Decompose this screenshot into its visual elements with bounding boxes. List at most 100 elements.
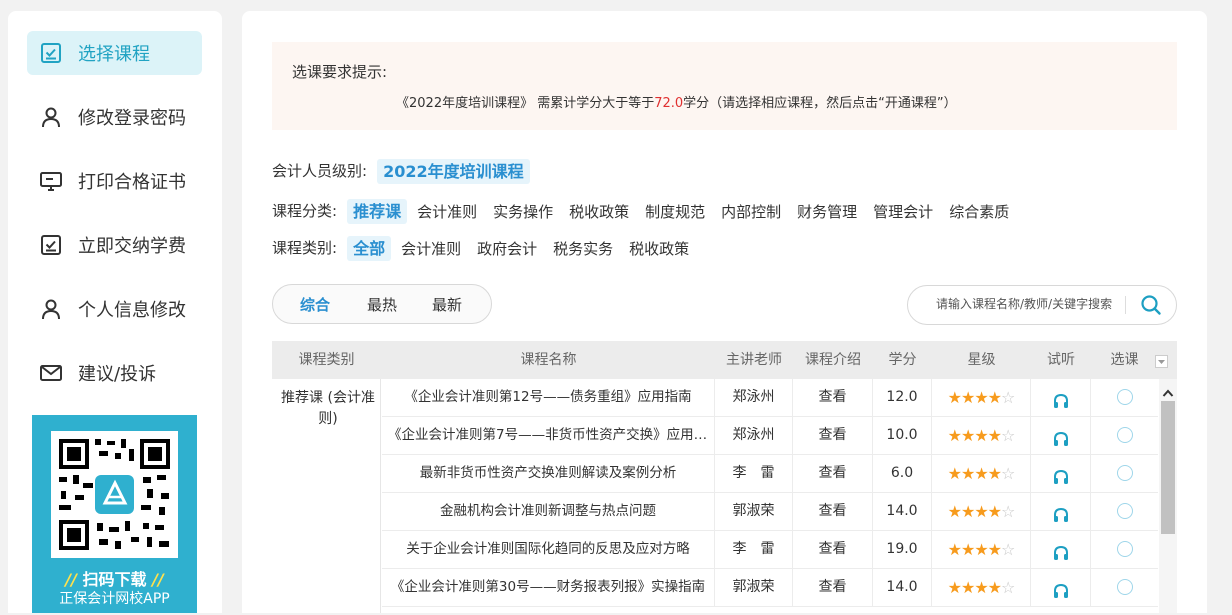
type-option-4[interactable]: 税务实务 — [547, 237, 619, 261]
course-name[interactable]: 《企业会计准则第12号——债务重组》应用指南 — [382, 379, 715, 416]
headphones-icon[interactable] — [1052, 578, 1070, 598]
star-icon: ★★★★☆ — [947, 464, 1016, 483]
header-credit: 学分 — [888, 352, 917, 368]
header-select: 选课 — [1110, 352, 1139, 368]
star-icon: ★★★★☆ — [947, 502, 1016, 521]
select-radio[interactable] — [1116, 579, 1133, 595]
category-text: 推荐课 (会计准则) — [281, 390, 375, 427]
type-option-2[interactable]: 会计准则 — [395, 237, 467, 261]
view-intro-link[interactable]: 查看 — [793, 379, 873, 416]
category-option-8[interactable]: 管理会计 — [867, 200, 939, 224]
category-option-1[interactable]: 推荐课 — [347, 199, 408, 224]
sidebar-item-5[interactable]: 个人信息修改 — [27, 287, 202, 331]
tab-sort-3[interactable]: 最新 — [432, 294, 462, 315]
headphones-icon[interactable] — [1052, 426, 1070, 446]
category-option-3[interactable]: 实务操作 — [487, 200, 559, 224]
header-preview: 试听 — [1047, 352, 1075, 368]
star-icon: ★★★★☆ — [947, 540, 1016, 559]
table-row: 关于企业会计准则国际化趋同的反思及应对方略李 雷查看 19.0 ★★★★☆ — [382, 531, 1158, 569]
view-intro-link[interactable]: 查看 — [793, 531, 873, 568]
table-row: 《企业会计准则第12号——债务重组》应用指南 郑泳州 查看 12.0 ★★★★☆ — [382, 379, 1158, 417]
select-radio[interactable] — [1116, 503, 1133, 519]
select-radio[interactable] — [1116, 427, 1133, 443]
headphones-icon[interactable] — [1052, 388, 1070, 408]
type-option-3[interactable]: 政府会计 — [471, 237, 543, 261]
sidebar: 选择课程修改登录密码打印合格证书 立即交纳学费 个人信息修改 建议/投诉 // 扫码下… — [8, 11, 222, 613]
type-option-5[interactable]: 税收政策 — [623, 237, 695, 261]
notice-title: 选课要求提示: — [292, 63, 388, 81]
table-row: 《企业会计准则第30号——财务报表列报》实操指南 郭淑荣 查看 14.0 ★★★★☆ — [382, 569, 1158, 607]
select-radio[interactable] — [1116, 541, 1133, 557]
table-row: 金融机构会计准则新调整与热点问题 郭淑荣 查看 14.0 ★★★★☆ — [382, 493, 1158, 531]
view-intro-link[interactable]: 查看 — [793, 493, 873, 530]
select-cell — [1091, 417, 1158, 454]
category-option-5[interactable]: 制度规范 — [639, 200, 711, 224]
star-icon: ★★★★☆ — [947, 388, 1016, 407]
headphones-icon[interactable] — [1052, 502, 1070, 522]
category-option-7[interactable]: 财务管理 — [791, 200, 863, 224]
category-cell: 推荐课 (会计准则) — [272, 379, 381, 613]
scroll-thumb[interactable] — [1161, 401, 1175, 534]
course-table: 课程类别 课程名称 主讲老师 课程介绍 学分 星级 试听 选课 推荐课 (会计准… — [272, 341, 1177, 613]
view-intro-link[interactable]: 查看 — [793, 569, 873, 606]
view-intro-link[interactable]: 查看 — [793, 455, 873, 492]
scroll-up-icon[interactable] — [1162, 383, 1174, 397]
header-category: 课程类别 — [298, 352, 355, 368]
course-name[interactable]: 关于企业会计准则国际化趋同的反思及应对方略 — [382, 531, 715, 568]
table-row: 最新非货币性资产交换准则解读及案例分析李 雷查看 6.0 ★★★★☆ — [382, 455, 1158, 493]
filter-type: 课程类别: 全部 会计准则 政府会计 税务实务 税收政策 — [272, 235, 699, 261]
level-option-1[interactable]: 2022年度培训课程 — [377, 159, 530, 184]
course-name[interactable]: 最新非货币性资产交换准则解读及案例分析 — [382, 455, 715, 492]
header-rating: 星级 — [967, 352, 996, 368]
rating-stars: ★★★★☆ — [932, 531, 1031, 568]
course-name[interactable]: 金融机构会计准则新调整与热点问题 — [382, 493, 715, 530]
category-option-9[interactable]: 综合素质 — [943, 200, 1015, 224]
qr-code — [51, 431, 178, 558]
teacher-name: 李 雷 — [715, 455, 793, 492]
table-row: 《企业会计准则第7号——非货币性资产交换》应用指南 郑泳州 查看 10.0 ★★★★☆ — [382, 417, 1158, 455]
course-name[interactable]: 《企业会计准则第7号——非货币性资产交换》应用指南 — [382, 417, 715, 454]
rating-stars: ★★★★☆ — [932, 417, 1031, 454]
sidebar-item-label: 选择课程 — [78, 44, 150, 65]
sidebar-item-label: 修改登录密码 — [78, 108, 186, 129]
monitor-icon — [39, 169, 63, 193]
mail-icon — [39, 361, 63, 385]
type-option-1[interactable]: 全部 — [347, 236, 392, 261]
headphones-icon[interactable] — [1052, 540, 1070, 560]
search-icon[interactable] — [1140, 294, 1162, 316]
teacher-name: 郑泳州 — [715, 379, 793, 416]
scrollbar[interactable] — [1159, 379, 1177, 613]
category-option-6[interactable]: 内部控制 — [715, 200, 787, 224]
sidebar-item-1[interactable]: 选择课程 — [27, 31, 202, 75]
select-cell — [1091, 493, 1158, 530]
select-radio[interactable] — [1116, 389, 1133, 405]
sidebar-item-2[interactable]: 修改登录密码 — [27, 95, 202, 139]
category-option-4[interactable]: 税收政策 — [563, 200, 635, 224]
credit-value: 6.0 — [873, 455, 932, 492]
chevron-down-icon[interactable] — [1155, 353, 1168, 368]
sidebar-item-6[interactable]: 建议/投诉 — [27, 351, 202, 395]
qr-title: // 扫码下载 // — [65, 570, 164, 589]
header-course-name: 课程名称 — [520, 352, 577, 368]
filter-category-label: 课程分类: — [272, 201, 338, 220]
category-option-2[interactable]: 会计准则 — [411, 200, 483, 224]
credit-value: 12.0 — [873, 379, 932, 416]
sort-tabs: 综合 最热 最新 — [272, 284, 492, 324]
headphones-icon[interactable] — [1052, 464, 1070, 484]
course-name[interactable]: 《企业会计准则第30号——财务报表列报》实操指南 — [382, 569, 715, 606]
view-intro-link[interactable]: 查看 — [793, 417, 873, 454]
select-radio[interactable] — [1116, 465, 1133, 481]
preview-cell — [1031, 531, 1091, 568]
filter-category: 课程分类: 推荐课 会计准则 实务操作 税收政策 制度规范 内部控制 财务管理 管理会计 综合素… — [272, 198, 1019, 224]
check-square-icon — [39, 233, 63, 257]
search-input[interactable] — [934, 296, 1118, 312]
tab-sort-2[interactable]: 最热 — [367, 294, 397, 315]
search-box — [907, 285, 1177, 325]
star-icon: ★★★★☆ — [947, 426, 1016, 445]
teacher-name: 郑泳州 — [715, 417, 793, 454]
sidebar-item-4[interactable]: 立即交纳学费 — [27, 223, 202, 267]
sidebar-item-3[interactable]: 打印合格证书 — [27, 159, 202, 203]
app-download-banner[interactable]: // 扫码下载 // 正保会计网校APP — [32, 415, 197, 613]
tab-sort-1[interactable]: 综合 — [300, 294, 330, 315]
user-icon — [39, 297, 63, 321]
